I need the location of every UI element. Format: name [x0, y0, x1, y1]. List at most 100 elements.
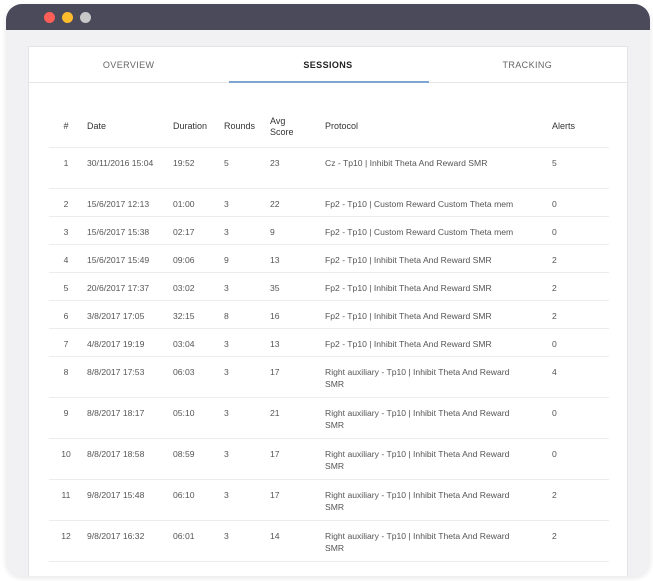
table-row[interactable]: 9 8/8/2017 18:17 05:10 3 21 Right auxiliary -… [49, 397, 609, 439]
row-alerts: 0 [548, 328, 609, 357]
row-number: 6 [49, 300, 83, 329]
column-header-alerts[interactable]: Alerts [548, 107, 609, 148]
row-protocol: Cz - Tp10 | Inhibit Theta And Reward SMR [321, 147, 548, 189]
row-rounds: 3 [220, 216, 266, 245]
row-date: 9/8/2017 16:32 [83, 520, 169, 562]
row-protocol: Right auxiliary - Tp10 | Inhibit Theta A… [321, 438, 548, 480]
row-rounds: 3 [220, 479, 266, 521]
tab-bar: OVERVIEW SESSIONS TRACKING [29, 47, 627, 83]
table-row[interactable]: 6 3/8/2017 17:05 32:15 8 16 Fp2 - Tp10 | Inhi… [49, 300, 609, 329]
row-duration: 08:59 [169, 438, 220, 480]
row-alerts: 0 [548, 397, 609, 439]
tab-tracking[interactable]: TRACKING [428, 47, 627, 82]
row-date: 3/8/2017 17:05 [83, 300, 169, 329]
row-alerts: 0 [548, 188, 609, 217]
row-number: 10 [49, 438, 83, 480]
row-duration: 09:06 [169, 244, 220, 273]
row-avg-score: 13 [266, 244, 321, 273]
table-header-row: # Date Duration Rounds Avg Score Protoco… [49, 107, 609, 148]
window-titlebar [6, 4, 650, 30]
table-row[interactable]: 7 4/8/2017 19:19 03:04 3 13 Fp2 - Tp10 | Inhi… [49, 328, 609, 357]
row-duration: 03:04 [169, 328, 220, 357]
row-date: 15/6/2017 15:49 [83, 244, 169, 273]
row-avg-score: 9 [266, 216, 321, 245]
row-date: 30/11/2016 15:04 [83, 147, 169, 189]
row-avg-score: 23 [266, 147, 321, 189]
row-protocol: Fp2 - Tp10 | Inhibit Theta And Reward SM… [321, 300, 548, 329]
row-protocol: Right auxiliary - Tp10 | Inhibit Theta A… [321, 397, 548, 439]
maximize-window-button[interactable] [80, 12, 91, 23]
column-header-rounds[interactable]: Rounds [220, 107, 266, 148]
row-duration: 06:10 [169, 479, 220, 521]
row-date: 20/6/2017 17:37 [83, 272, 169, 301]
active-tab-indicator [229, 81, 429, 83]
row-rounds: 3 [220, 520, 266, 562]
column-header-duration[interactable]: Duration [169, 107, 220, 148]
row-number: 8 [49, 356, 83, 398]
row-number: 1 [49, 147, 83, 189]
row-date: 8/8/2017 18:58 [83, 438, 169, 480]
sessions-panel: OVERVIEW SESSIONS TRACKING # Date Durati… [28, 46, 628, 576]
sessions-table: # Date Duration Rounds Avg Score Protoco… [49, 107, 609, 562]
row-alerts: 2 [548, 300, 609, 329]
table-row[interactable]: 4 15/6/2017 15:49 09:06 9 13 Fp2 - Tp10 | Inh… [49, 244, 609, 273]
minimize-window-button[interactable] [62, 12, 73, 23]
row-date: 4/8/2017 19:19 [83, 328, 169, 357]
row-protocol: Fp2 - Tp10 | Inhibit Theta And Reward SM… [321, 272, 548, 301]
row-protocol: Fp2 - Tp10 | Custom Reward Custom Theta … [321, 188, 548, 217]
column-header-protocol[interactable]: Protocol [321, 107, 548, 148]
table-row[interactable]: 3 15/6/2017 15:38 02:17 3 9 Fp2 - Tp10 | Cust… [49, 216, 609, 245]
row-number: 3 [49, 216, 83, 245]
row-duration: 19:52 [169, 147, 220, 189]
table-row[interactable]: 5 20/6/2017 17:37 03:02 3 35 Fp2 - Tp10 | Inh… [49, 272, 609, 301]
row-rounds: 3 [220, 356, 266, 398]
tab-overview[interactable]: OVERVIEW [29, 47, 228, 82]
row-rounds: 3 [220, 397, 266, 439]
column-header-number[interactable]: # [49, 107, 83, 148]
row-duration: 01:00 [169, 188, 220, 217]
row-date: 8/8/2017 18:17 [83, 397, 169, 439]
row-avg-score: 17 [266, 438, 321, 480]
column-header-date[interactable]: Date [83, 107, 169, 148]
app-window: OVERVIEW SESSIONS TRACKING # Date Durati… [6, 4, 650, 576]
row-rounds: 3 [220, 438, 266, 480]
row-avg-score: 14 [266, 520, 321, 562]
tab-sessions[interactable]: SESSIONS [228, 47, 427, 82]
row-date: 15/6/2017 15:38 [83, 216, 169, 245]
table-row[interactable]: 10 8/8/2017 18:58 08:59 3 17 Right auxiliary … [49, 438, 609, 480]
close-window-button[interactable] [44, 12, 55, 23]
row-number: 7 [49, 328, 83, 357]
row-rounds: 5 [220, 147, 266, 189]
row-number: 9 [49, 397, 83, 439]
table-row[interactable]: 12 9/8/2017 16:32 06:01 3 14 Right auxiliary … [49, 520, 609, 562]
row-number: 5 [49, 272, 83, 301]
row-number: 11 [49, 479, 83, 521]
row-alerts: 4 [548, 356, 609, 398]
row-number: 12 [49, 520, 83, 562]
table-row[interactable]: 1 30/11/2016 15:04 19:52 5 23 Cz - Tp10 | Inh… [49, 147, 609, 189]
row-duration: 05:10 [169, 397, 220, 439]
row-avg-score: 22 [266, 188, 321, 217]
column-header-avg-score[interactable]: Avg Score [266, 107, 321, 148]
row-alerts: 2 [548, 479, 609, 521]
row-rounds: 8 [220, 300, 266, 329]
row-avg-score: 35 [266, 272, 321, 301]
row-date: 9/8/2017 15:48 [83, 479, 169, 521]
row-protocol: Fp2 - Tp10 | Inhibit Theta And Reward SM… [321, 244, 548, 273]
row-rounds: 3 [220, 328, 266, 357]
row-alerts: 2 [548, 272, 609, 301]
row-rounds: 3 [220, 272, 266, 301]
row-alerts: 2 [548, 244, 609, 273]
row-rounds: 3 [220, 188, 266, 217]
row-number: 2 [49, 188, 83, 217]
row-duration: 06:03 [169, 356, 220, 398]
table-row[interactable]: 11 9/8/2017 15:48 06:10 3 17 Right auxiliary … [49, 479, 609, 521]
row-duration: 02:17 [169, 216, 220, 245]
row-duration: 06:01 [169, 520, 220, 562]
table-row[interactable]: 8 8/8/2017 17:53 06:03 3 17 Right auxiliary -… [49, 356, 609, 398]
row-protocol: Right auxiliary - Tp10 | Inhibit Theta A… [321, 479, 548, 521]
row-duration: 03:02 [169, 272, 220, 301]
table-row[interactable]: 2 15/6/2017 12:13 01:00 3 22 Fp2 - Tp10 | Cus… [49, 188, 609, 217]
row-alerts: 2 [548, 520, 609, 562]
row-avg-score: 16 [266, 300, 321, 329]
